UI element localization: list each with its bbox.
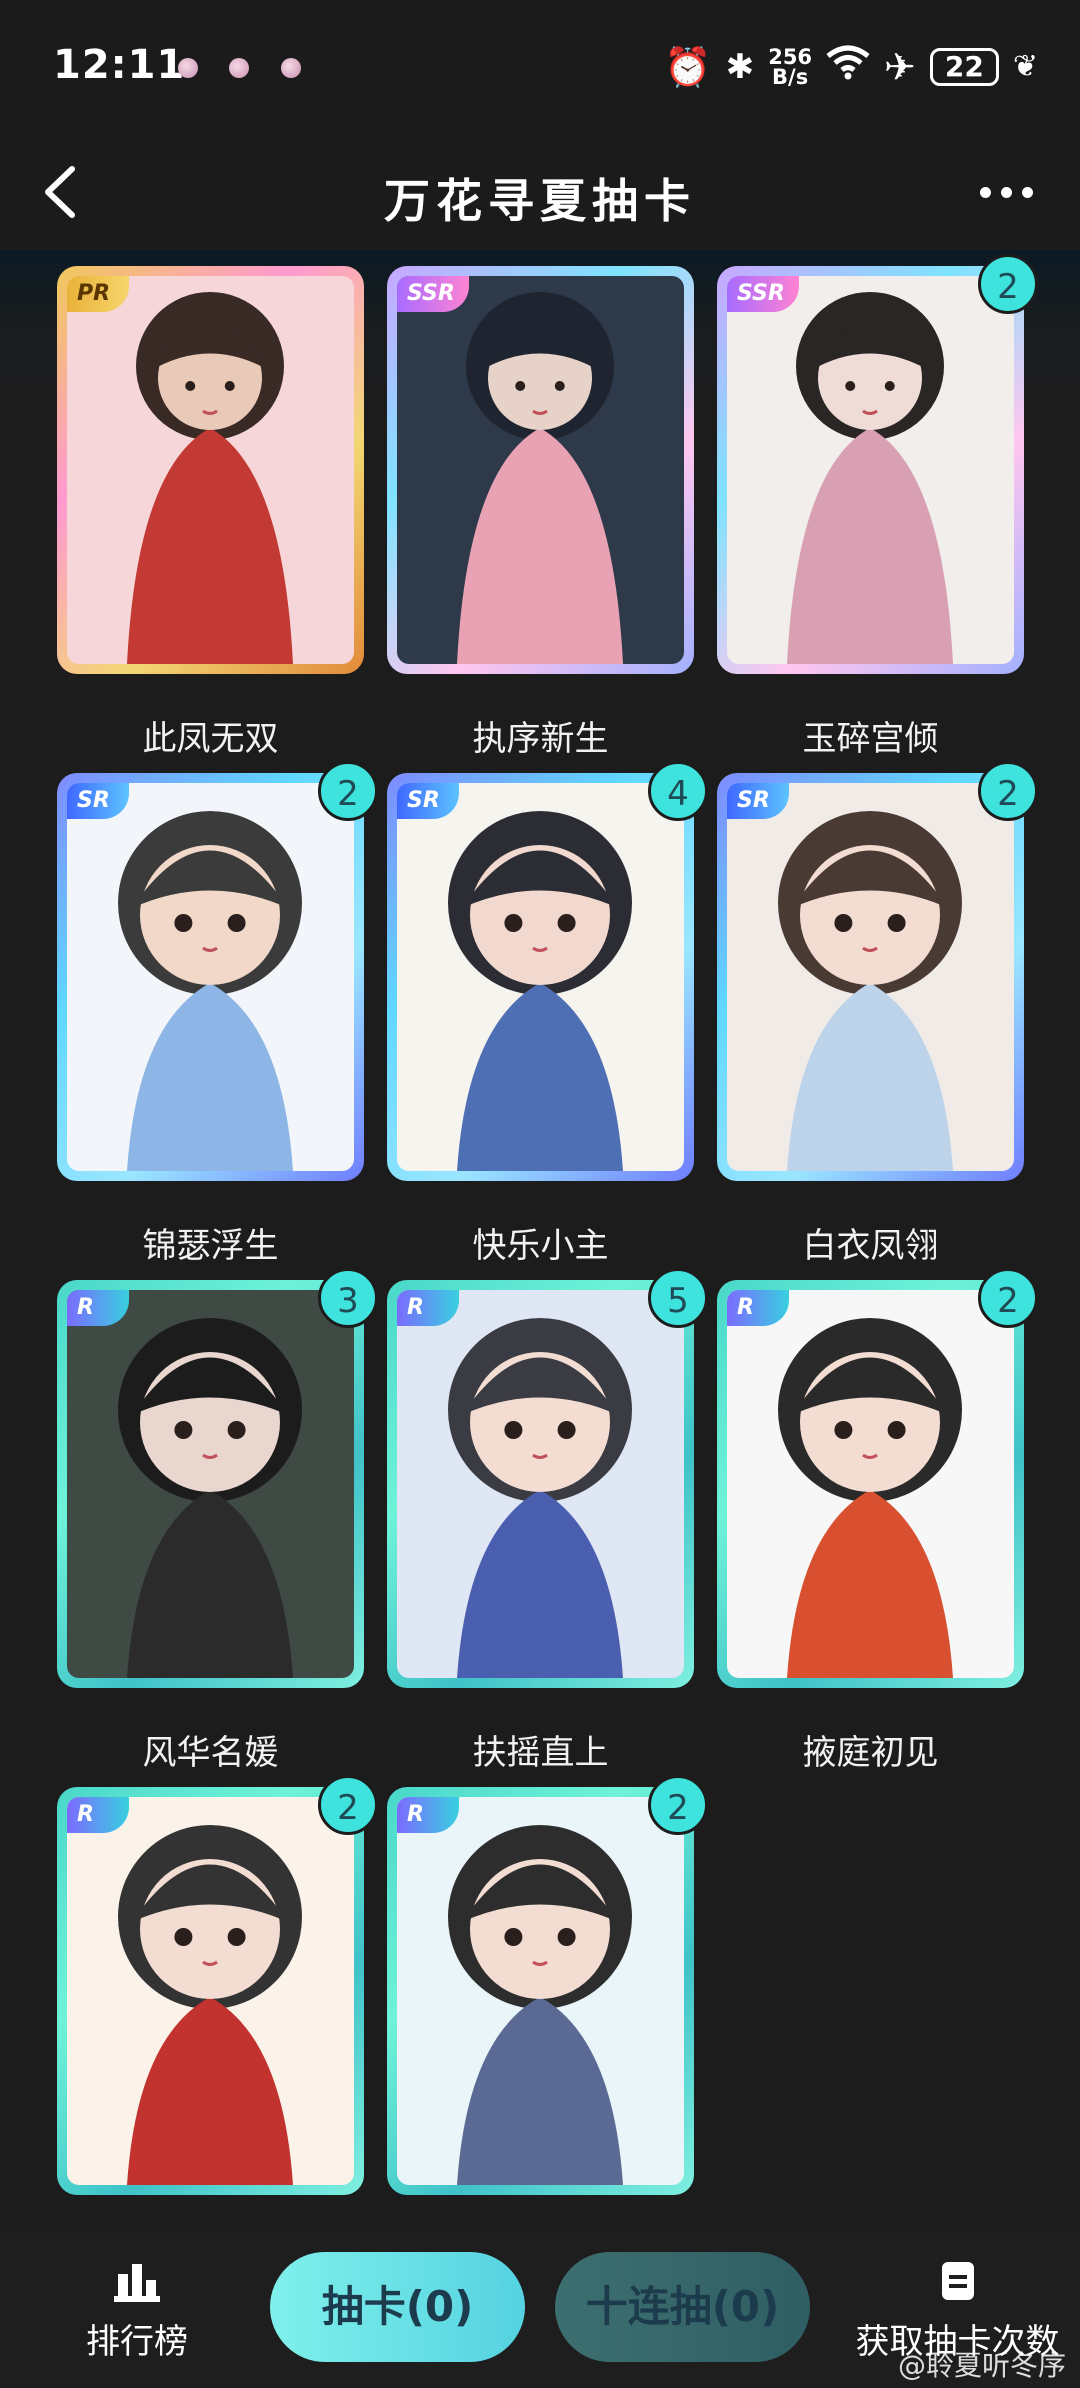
card-count-badge: 2	[318, 761, 378, 821]
more-dot	[1000, 186, 1012, 198]
bluetooth-icon: ✱	[725, 47, 755, 87]
page-title: 万花寻夏抽卡	[384, 174, 696, 228]
ranking-label: 排行榜	[86, 2322, 188, 2362]
card-artwork	[397, 276, 684, 664]
card-item[interactable]: R2	[717, 1268, 1038, 1688]
card-item[interactable]: R2	[387, 1775, 708, 2195]
card-name: 锦瑟浮生	[142, 1226, 279, 1266]
net-speed-unit: B/s	[772, 65, 809, 89]
notification-dot-icon	[281, 58, 301, 78]
wifi-icon	[826, 42, 870, 92]
card-item[interactable]: R2	[57, 1775, 378, 2195]
card-count-badge: 2	[978, 761, 1038, 821]
rarity-tag: SSR	[397, 276, 469, 312]
card-artwork	[67, 276, 354, 664]
card-count-badge: 5	[648, 1268, 708, 1328]
card-name: 扶摇直上	[472, 1733, 609, 1773]
notification-dot-icon	[178, 58, 198, 78]
leaf-icon: ❦	[1012, 49, 1038, 84]
card-item[interactable]: R3	[57, 1268, 378, 1688]
card-count-badge: 2	[978, 1268, 1038, 1328]
card-name: 掖庭初见	[802, 1733, 939, 1773]
card-grid[interactable]: PR 此凤无双 SSR 执序新生 SSR 2 玉碎宫倾 SR 2 锦瑟浮生 SR 4 快乐小主 SR 2 白衣…	[0, 250, 1080, 2250]
card-name: 执序新生	[472, 719, 609, 759]
card-artwork	[397, 1290, 684, 1678]
watermark: @聆夏听冬序	[897, 2349, 1066, 2382]
net-speed: 256 B/s	[768, 47, 812, 89]
notification-dot-icon	[229, 58, 249, 78]
card-count-badge: 2	[318, 1775, 378, 1835]
card-artwork	[67, 1290, 354, 1678]
card-name: 快乐小主	[472, 1226, 609, 1266]
draw-button[interactable]: 抽卡(0)	[270, 2252, 525, 2362]
card-item[interactable]: SSR 2	[717, 254, 1038, 674]
status-bar: 12:11 ⏰ ✱ 256 B/s ✈ 22 ❦	[0, 0, 1080, 135]
alarm-icon: ⏰	[664, 45, 712, 89]
card-item[interactable]: SR 2	[717, 761, 1038, 1181]
card-artwork	[397, 1797, 684, 2185]
status-time: 12:11	[53, 42, 186, 88]
status-icons: ⏰ ✱ 256 B/s ✈ 22 ❦	[664, 42, 1038, 92]
airplane-icon: ✈	[884, 45, 916, 89]
card-name: 此凤无双	[142, 719, 279, 759]
card-item[interactable]: PR	[57, 266, 364, 674]
card-count-badge: 3	[318, 1268, 378, 1328]
card-item[interactable]: SR 2	[57, 761, 378, 1181]
card-artwork	[727, 276, 1014, 664]
ranking-icon	[114, 2264, 160, 2302]
card-count-badge: 4	[648, 761, 708, 821]
document-icon	[941, 2262, 974, 2300]
more-button[interactable]	[966, 157, 1046, 227]
more-dots-icon	[979, 186, 991, 198]
card-name: 风华名媛	[142, 1733, 279, 1773]
card-count-badge: 2	[648, 1775, 708, 1835]
card-item[interactable]: SR 4	[387, 761, 708, 1181]
card-artwork	[727, 1290, 1014, 1678]
card-count-badge: 2	[978, 254, 1038, 314]
card-item[interactable]: SSR	[387, 266, 694, 674]
card-artwork	[397, 783, 684, 1171]
ranking-button[interactable]: 排行榜	[82, 2260, 192, 2363]
rarity-tag: SSR	[727, 276, 799, 312]
card-name: 白衣凤翎	[802, 1226, 939, 1266]
page-header: 万花寻夏抽卡	[0, 135, 1080, 250]
card-artwork	[727, 783, 1014, 1171]
card-name: 玉碎宫倾	[802, 719, 939, 759]
card-artwork	[67, 1797, 354, 2185]
battery-icon: 22	[929, 48, 999, 86]
card-artwork	[67, 783, 354, 1171]
ten-draw-button[interactable]: 十连抽(0)	[555, 2252, 810, 2362]
more-dot	[1021, 186, 1033, 198]
card-item[interactable]: R5	[387, 1268, 708, 1688]
